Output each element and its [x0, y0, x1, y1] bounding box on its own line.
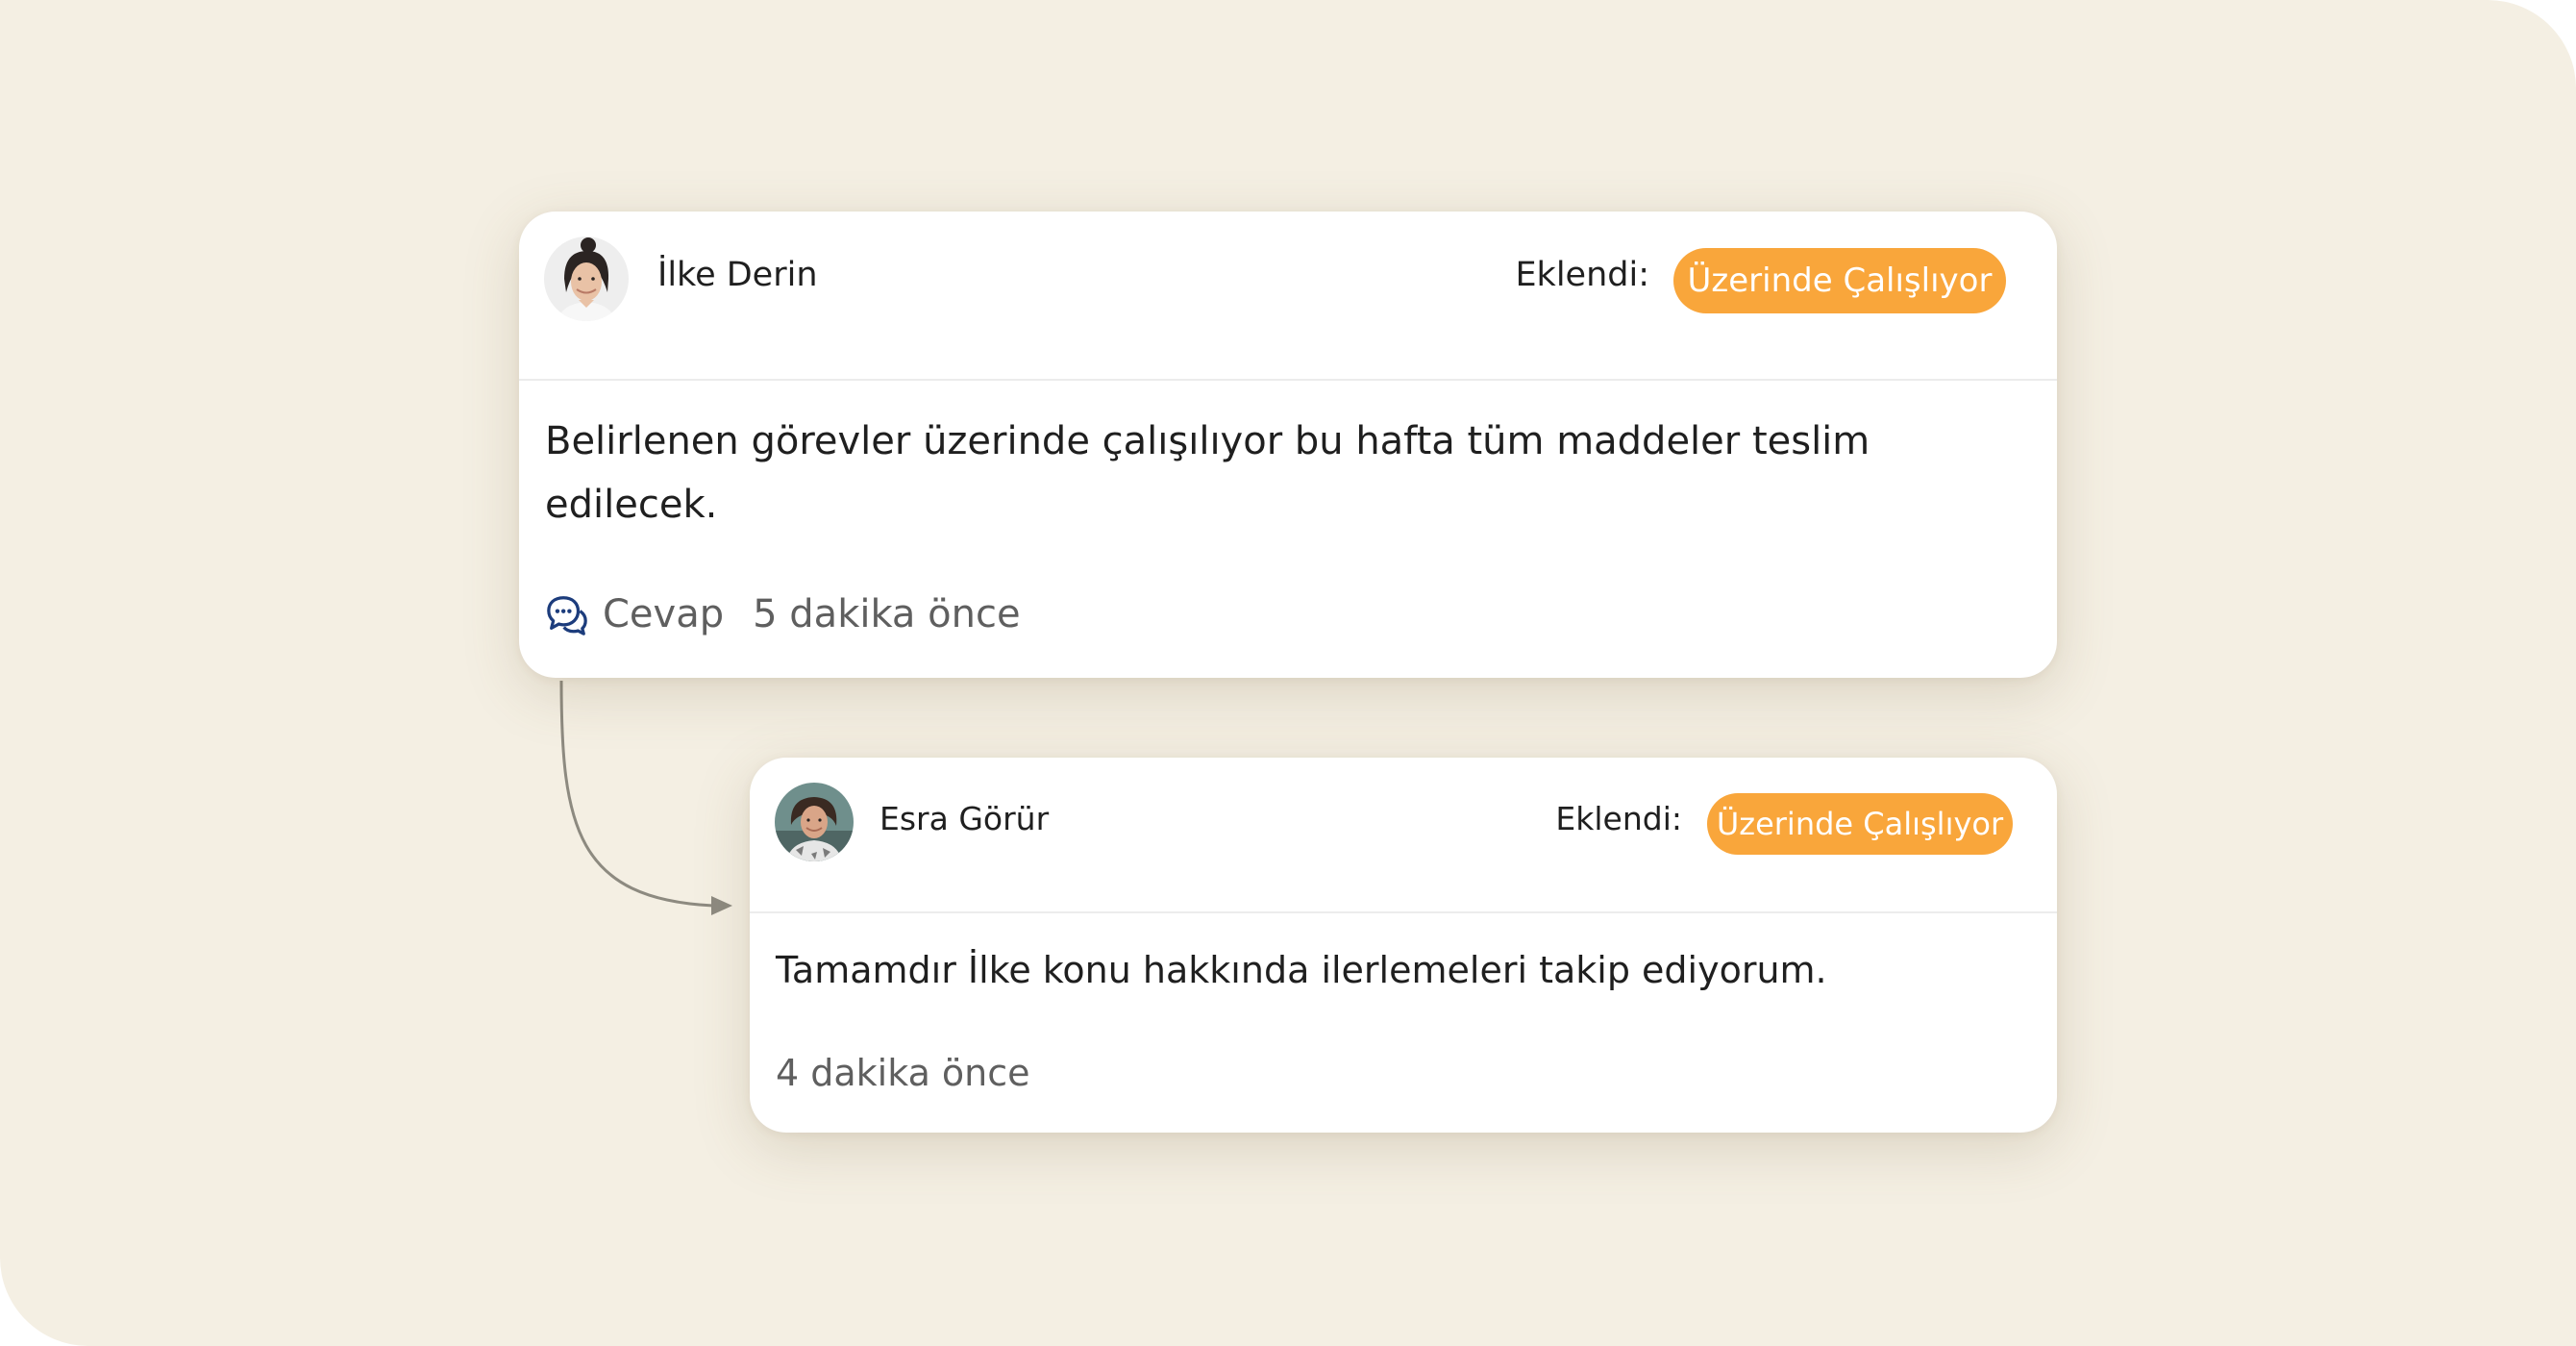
status-badge[interactable]: Üzerinde Çalışlıyor	[1673, 248, 2006, 313]
comment-time: 5 dakika önce	[753, 592, 1021, 636]
added-label: Eklendi:	[1515, 256, 1649, 294]
avatar-ilke-image	[544, 237, 629, 321]
comment-meta: Cevap 5 dakika önce	[545, 592, 1021, 636]
status-badge[interactable]: Üzerinde Çalışlıyor	[1707, 793, 2013, 855]
comment-header: İlke Derin Eklendi: Üzerinde Çalışlıyor	[519, 212, 2057, 381]
avatar[interactable]	[544, 237, 629, 321]
author-name: Esra Görür	[879, 800, 1050, 837]
chat-bubbles-icon[interactable]	[545, 592, 589, 636]
avatar-esra-image	[775, 783, 854, 861]
comment-meta: 4 dakika önce	[776, 1052, 1030, 1094]
canvas: İlke Derin Eklendi: Üzerinde Çalışlıyor …	[0, 0, 2576, 1346]
added-label: Eklendi:	[1555, 800, 1682, 837]
comment-time: 4 dakika önce	[776, 1052, 1030, 1094]
reply-button[interactable]: Cevap	[603, 592, 724, 636]
comment-card: İlke Derin Eklendi: Üzerinde Çalışlıyor …	[519, 212, 2057, 678]
comment-message: Tamamdır İlke konu hakkında ilerlemeleri…	[776, 949, 1827, 991]
author-name: İlke Derin	[657, 256, 818, 294]
avatar[interactable]	[775, 783, 854, 861]
comment-header: Esra Görür Eklendi: Üzerinde Çalışlıyor	[750, 758, 2057, 913]
reply-card: Esra Görür Eklendi: Üzerinde Çalışlıyor …	[750, 758, 2057, 1133]
comment-message: Belirlenen görevler üzerinde çalışılıyor…	[545, 419, 1870, 527]
